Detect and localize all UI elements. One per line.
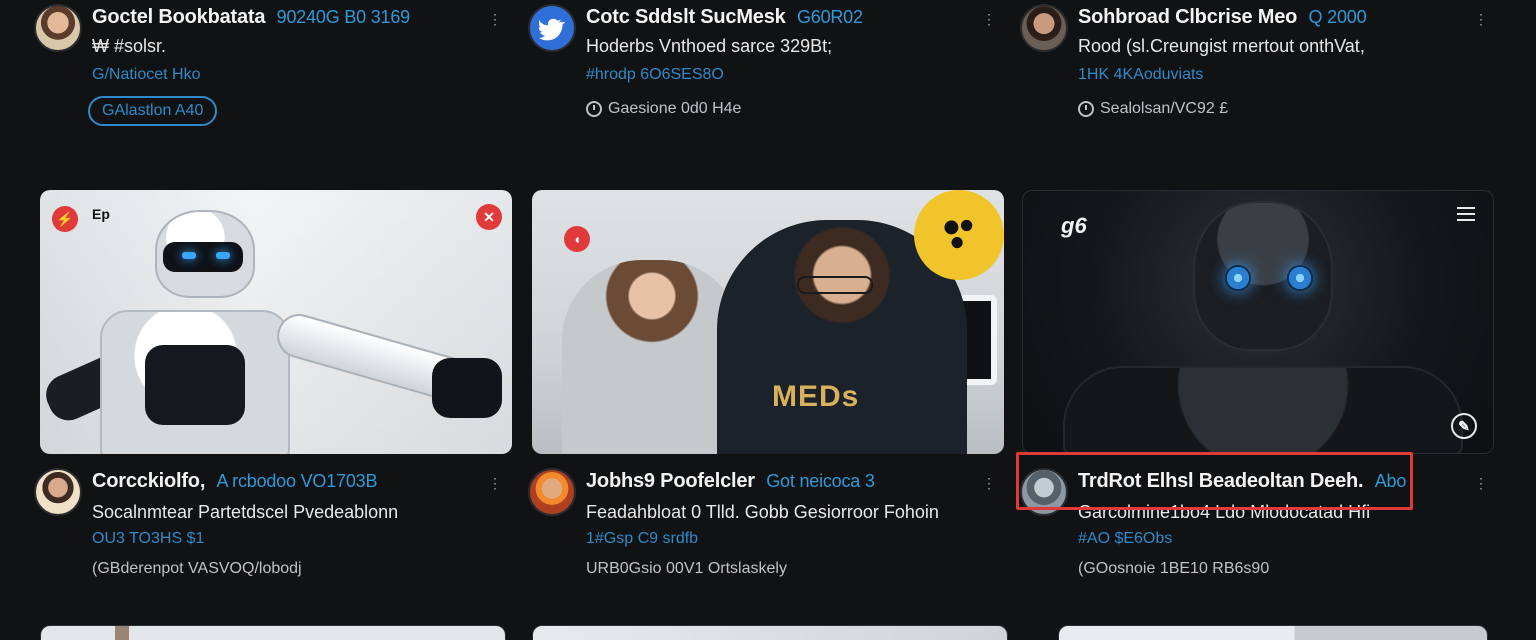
post-handle[interactable]: Q 2000 — [1309, 7, 1367, 27]
post-title[interactable]: Corcckiolfo, A rcbodoo VO1703B — [92, 470, 377, 493]
post-handle[interactable]: 90240G B0 3169 — [277, 7, 411, 27]
robot-eye — [216, 252, 230, 259]
media-card-2[interactable]: MEDs ◖ — [532, 190, 1004, 454]
post-link[interactable]: 1HK 4KAoduviats — [1078, 66, 1203, 84]
person-avatar-icon[interactable] — [528, 468, 576, 516]
media-label: g6 — [1061, 213, 1087, 238]
media-card-peek[interactable] — [532, 625, 1008, 640]
post-title[interactable]: Jobhs9 Poofelcler Got neicoca 3 — [586, 470, 875, 493]
post-tag-pill[interactable]: GAlastlon A40 — [88, 96, 218, 126]
media-card-1[interactable]: ⚡ Ep ✕ — [40, 190, 512, 454]
dots-icon — [940, 216, 978, 254]
pen-icon[interactable]: ✎ — [1451, 413, 1477, 439]
more-options-icon[interactable]: ⋮ — [1474, 12, 1488, 26]
post-title-text[interactable]: Cotc Sddslt SucMesk — [586, 6, 786, 28]
post-title[interactable]: Sohbroad Clbcrise Meo Q 2000 — [1078, 6, 1367, 29]
more-options-icon[interactable]: ⋮ — [982, 476, 996, 490]
clock-icon — [1078, 101, 1094, 117]
bird-icon — [539, 18, 565, 41]
selection-highlight — [1016, 452, 1413, 510]
post-link[interactable]: #hrodp 6O6SES8O — [586, 66, 724, 84]
post-subtitle: ₩ #solsr. — [92, 36, 167, 56]
post-header-3: Sohbroad Clbcrise Meo Q 2000 ⋮ Rood (sl.… — [1020, 4, 1500, 154]
person-avatar-icon[interactable] — [34, 468, 82, 516]
robot-hand — [432, 358, 502, 418]
post-title[interactable]: Cotc Sddslt SucMesk G60R02 — [586, 6, 863, 29]
post-link[interactable]: OU3 TO3HS $1 — [92, 530, 204, 548]
media-card-3[interactable]: g6 ✎ — [1022, 190, 1494, 454]
post-info-2: Jobhs9 Poofelcler Got neicoca 3 ⋮ Feadah… — [528, 468, 1008, 588]
post-meta: (GBderenpot VASVOQ/lobodj — [92, 560, 302, 577]
post-subtitle: Feadahbloat 0 Tlld. Gobb Gesiorroor Foho… — [586, 502, 939, 522]
more-options-icon[interactable]: ⋮ — [1474, 476, 1488, 490]
robot-core — [145, 345, 245, 425]
headphones-icon[interactable]: ◖ — [564, 226, 590, 252]
post-meta-text: Gaesione 0d0 H4e — [608, 100, 742, 117]
post-header-2: Cotc Sddslt SucMesk G60R02 ⋮ Hoderbs Vnt… — [528, 4, 1008, 154]
post-header-1: Goctel Bookbatata 90240G B0 3169 ⋮ ₩ #so… — [34, 4, 514, 154]
more-options-icon[interactable]: ⋮ — [488, 12, 502, 26]
post-meta-text: Sealolsan/VC92 £ — [1100, 100, 1229, 117]
person-avatar-icon[interactable] — [34, 4, 82, 52]
robot-face — [163, 242, 243, 272]
post-subtitle: Socalnmtear Partetdscel Pvedeablonn — [92, 502, 399, 522]
robot-eye — [182, 252, 196, 259]
media-label: Ep — [92, 206, 110, 222]
post-meta: URB0Gsio 00V1 Ortslaskely — [586, 560, 787, 577]
media-card-peek[interactable] — [40, 625, 506, 640]
more-options-icon[interactable]: ⋮ — [488, 476, 502, 490]
more-options-icon[interactable]: ⋮ — [982, 12, 996, 26]
post-handle[interactable]: A rcbodoo VO1703B — [217, 471, 378, 491]
post-title-text[interactable]: Goctel Bookbatata — [92, 6, 266, 28]
post-link[interactable]: #AO $E6Obs — [1078, 530, 1172, 548]
post-title-text[interactable]: Corcckiolfo, — [92, 470, 205, 492]
post-handle[interactable]: Got neicoca 3 — [766, 471, 875, 491]
menu-icon[interactable] — [1457, 207, 1475, 221]
post-link[interactable]: G/Natiocet Hko — [92, 66, 200, 84]
post-title-text[interactable]: Sohbroad Clbcrise Meo — [1078, 6, 1297, 28]
post-subtitle: Hoderbs Vnthoed sarce 329Bt; — [586, 36, 833, 56]
dots-icon[interactable] — [914, 190, 1004, 280]
post-handle[interactable]: G60R02 — [797, 7, 863, 27]
lightning-icon[interactable]: ⚡ — [52, 206, 78, 232]
bird-avatar-icon[interactable] — [528, 4, 576, 52]
person-image — [562, 260, 742, 454]
post-title-text[interactable]: Jobhs9 Poofelcler — [586, 470, 755, 492]
robot-eye — [1225, 265, 1251, 291]
post-title[interactable]: Goctel Bookbatata 90240G B0 3169 — [92, 6, 410, 29]
post-meta: (GOosnoie 1BE10 RB6s90 — [1078, 560, 1270, 577]
shirt-text: MEDs — [772, 380, 860, 413]
media-card-peek[interactable] — [1058, 625, 1488, 640]
post-subtitle: Rood (sl.Creungist rnertout onthVat, — [1078, 36, 1365, 56]
post-meta: Gaesione 0d0 H4e — [586, 100, 741, 118]
post-info-1: Corcckiolfo, A rcbodoo VO1703B ⋮ Socalnm… — [34, 468, 514, 588]
robot-eye — [1287, 265, 1313, 291]
robot-body — [1063, 366, 1463, 453]
person-avatar-icon[interactable] — [1020, 4, 1068, 52]
glasses-image — [797, 276, 873, 294]
close-icon[interactable]: ✕ — [476, 204, 502, 230]
post-meta: Sealolsan/VC92 £ — [1078, 100, 1228, 118]
post-link[interactable]: 1#Gsp C9 srdfb — [586, 530, 698, 548]
clock-icon — [586, 101, 602, 117]
